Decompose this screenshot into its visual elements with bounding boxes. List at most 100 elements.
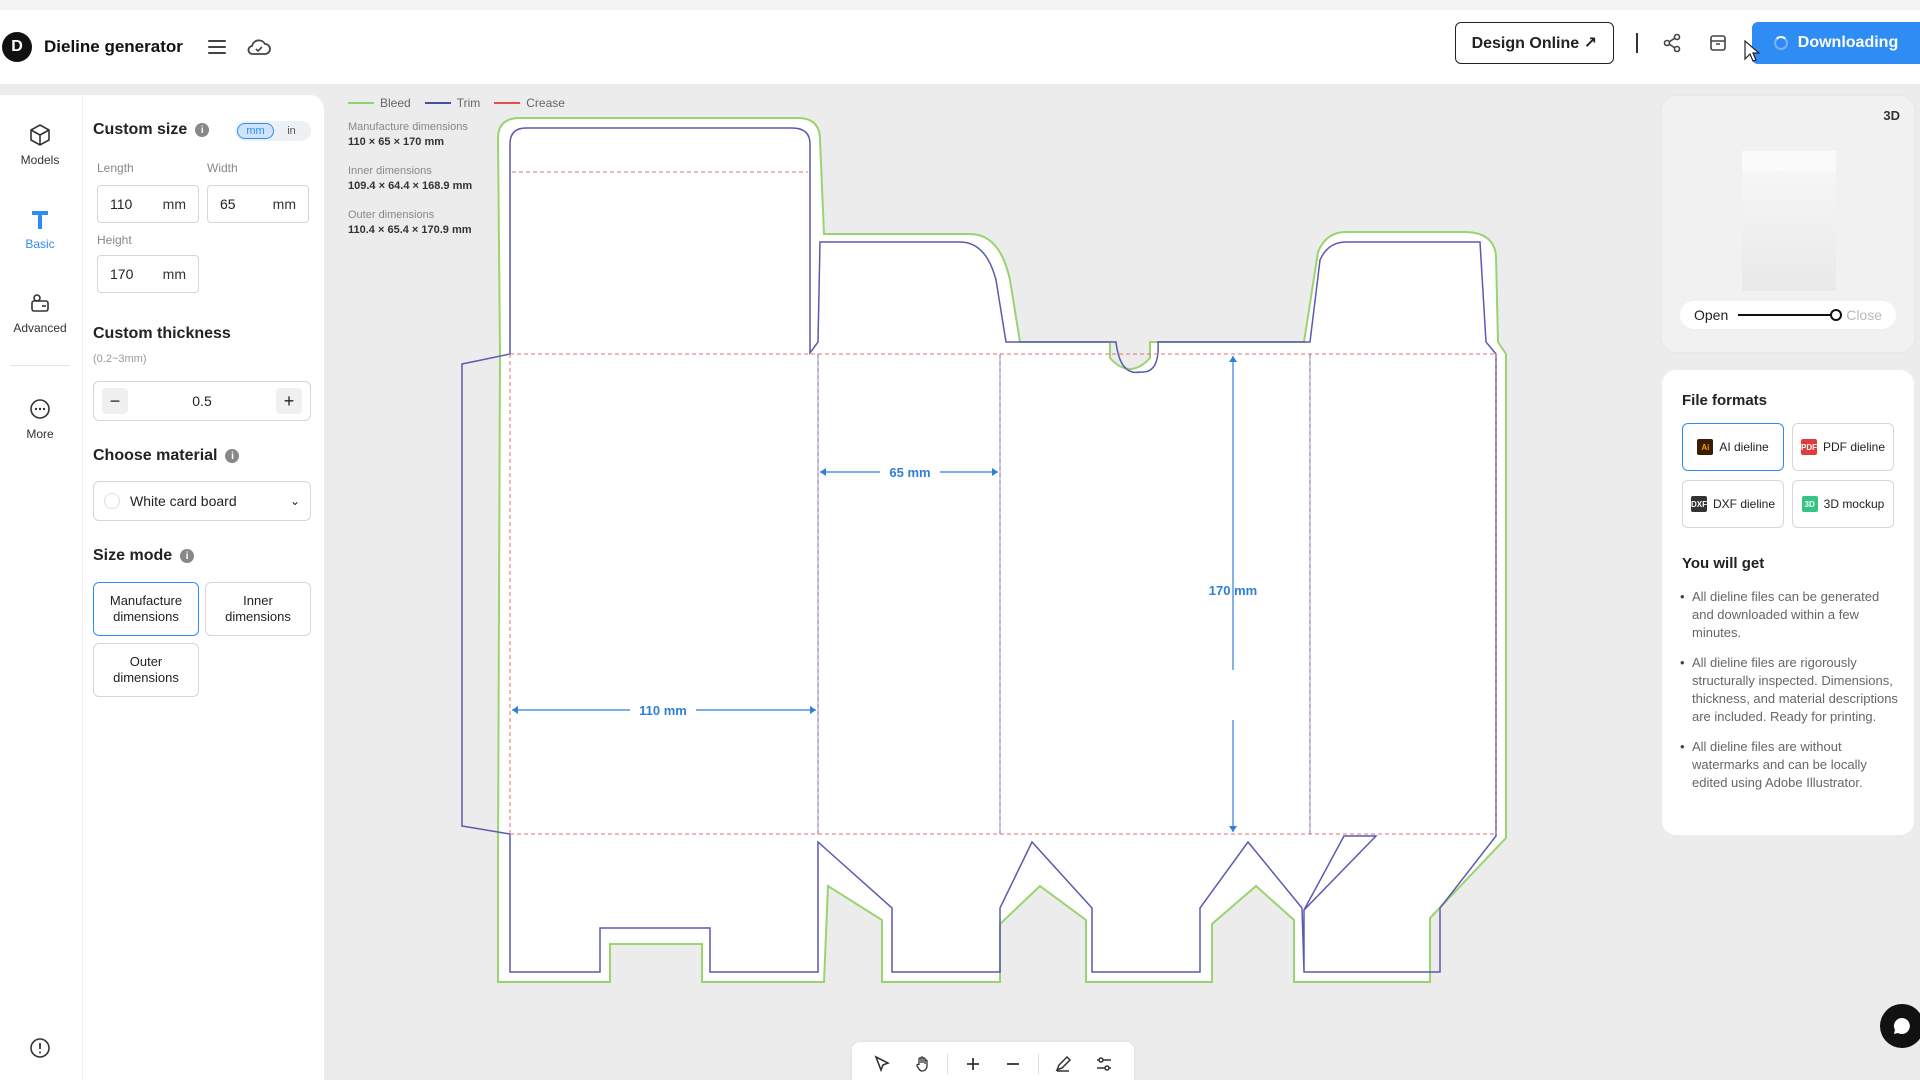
length-label: Length	[97, 161, 134, 175]
app-logo: D	[2, 32, 32, 62]
benefit-item: All dieline files can be generated and d…	[1680, 588, 1900, 642]
format-pdf-button[interactable]: PDF PDF dieline	[1792, 423, 1894, 471]
material-select[interactable]: White card board ⌄	[93, 481, 311, 521]
file-formats-panel: File formats Ai AI dieline PDF PDF dieli…	[1662, 370, 1914, 835]
app-title: Dieline generator	[44, 37, 183, 56]
dieline-canvas[interactable]: 65 mm 170 mm 110 mm	[440, 110, 1510, 1010]
benefit-item: All dieline files are without watermarks…	[1680, 738, 1900, 792]
thickness-value[interactable]: 0.5	[192, 393, 211, 409]
unit-toggle: mm in	[235, 121, 311, 141]
unit-in[interactable]: in	[274, 123, 309, 139]
mouse-cursor-icon	[1744, 40, 1760, 62]
close-label: Close	[1846, 307, 1882, 323]
custom-size-title: Custom size i	[93, 121, 210, 139]
download-label: Downloading	[1797, 34, 1899, 51]
width-field[interactable]: 65 mm	[207, 185, 309, 223]
dim-65-label: 65 mm	[889, 465, 930, 480]
format-ai-button[interactable]: Ai AI dieline	[1682, 423, 1784, 471]
cube-icon	[30, 124, 50, 146]
rail-item-advanced[interactable]: Advanced	[0, 291, 80, 335]
height-field[interactable]: 170 mm	[97, 255, 199, 293]
thickness-label: Custom thickness	[93, 325, 231, 342]
dim-110-label: 110 mm	[639, 703, 687, 718]
format-dxf-button[interactable]: DXF DXF dieline	[1682, 480, 1784, 528]
format-3d-label: 3D mockup	[1823, 497, 1885, 511]
hand-tool-icon[interactable]	[907, 1048, 939, 1080]
length-field[interactable]: 110 mm	[97, 185, 199, 223]
toolbar-divider	[947, 1054, 949, 1074]
box-model-top	[1742, 151, 1836, 173]
dim-170-label: 170 mm	[1209, 583, 1257, 598]
info-icon[interactable]: i	[180, 549, 195, 563]
left-rail: Models Basic Advanced More	[0, 95, 82, 1080]
top-bar: D Dieline generator Design Online ↗ Down…	[0, 0, 1920, 84]
chevron-down-icon: ⌄	[289, 494, 300, 508]
size-mode-label: Size mode	[93, 547, 173, 564]
loading-spinner-icon	[1773, 36, 1788, 50]
info-icon[interactable]: i	[195, 123, 210, 137]
decrement-button[interactable]: −	[102, 388, 128, 414]
brand: D Dieline generator	[2, 31, 275, 63]
format-3d-button[interactable]: 3D 3D mockup	[1792, 480, 1894, 528]
3d-badge[interactable]: 3D	[1883, 108, 1900, 123]
rail-divider	[10, 365, 70, 366]
format-pdf-label: PDF dieline	[1822, 440, 1886, 454]
height-value: 170	[110, 266, 134, 282]
header-divider	[1636, 33, 1638, 53]
more-icon	[30, 399, 50, 419]
cloud-icon[interactable]	[243, 31, 275, 63]
rail-item-models[interactable]: Models	[0, 123, 80, 167]
bleed-outline	[496, 117, 1507, 983]
share-icon[interactable]	[1656, 27, 1688, 59]
format-ai-label: AI dieline	[1719, 440, 1769, 454]
mode-outer-button[interactable]: Outer dimensions	[93, 643, 199, 697]
material-value: White card board	[130, 493, 237, 509]
zoom-out-icon[interactable]	[997, 1048, 1029, 1080]
mode-manufacture-button[interactable]: Manufacture dimensions	[93, 582, 199, 636]
chat-icon	[1893, 1017, 1910, 1034]
mode-inner-button[interactable]: Inner dimensions	[205, 582, 311, 636]
box-model	[1742, 171, 1836, 291]
unit-mm[interactable]: mm	[237, 123, 274, 139]
length-value: 110	[110, 196, 133, 212]
dxf-file-icon: DXF	[1690, 496, 1707, 512]
thickness-stepper: − 0.5 +	[93, 381, 311, 421]
size-mode-title: Size mode i	[93, 547, 195, 565]
design-online-button[interactable]: Design Online ↗	[1454, 22, 1614, 64]
sliders-icon[interactable]	[1088, 1048, 1120, 1080]
chat-button[interactable]	[1880, 1004, 1920, 1048]
settings-panel: Custom size i mm in Length Width 110 mm …	[82, 95, 324, 1080]
3d-preview[interactable]: 3D Open Close	[1662, 96, 1914, 352]
slider-track[interactable]	[1738, 309, 1843, 321]
text-icon	[32, 211, 48, 229]
open-close-slider[interactable]: Open Close	[1680, 301, 1896, 329]
material-swatch	[104, 493, 120, 509]
archive-icon[interactable]	[1702, 27, 1734, 59]
zoom-in-icon[interactable]	[957, 1048, 989, 1080]
you-will-get-title: You will get	[1682, 555, 1765, 572]
height-label: Height	[97, 233, 132, 247]
mockup-file-icon: 3D	[1801, 496, 1818, 512]
custom-size-label: Custom size	[93, 121, 188, 138]
height-unit: mm	[162, 266, 186, 282]
thickness-title: Custom thickness	[93, 325, 231, 343]
width-unit: mm	[272, 196, 296, 212]
pdf-file-icon: PDF	[1800, 439, 1817, 455]
width-label: Width	[207, 161, 238, 175]
info-icon[interactable]: i	[225, 449, 240, 463]
inner-dimensions-label: Inner dimensions	[348, 165, 432, 177]
info-button[interactable]	[0, 1037, 80, 1065]
rail-item-more[interactable]: More	[0, 397, 80, 441]
select-tool-icon[interactable]	[866, 1048, 898, 1080]
open-label: Open	[1694, 307, 1729, 323]
download-button[interactable]: Downloading	[1752, 22, 1920, 64]
slider-knob[interactable]	[1830, 309, 1843, 321]
menu-icon[interactable]	[201, 31, 233, 63]
legend-bleed: Bleed	[348, 96, 411, 110]
pen-icon[interactable]	[1047, 1048, 1079, 1080]
format-dxf-label: DXF dieline	[1712, 497, 1776, 511]
file-formats-title: File formats	[1682, 392, 1768, 409]
increment-button[interactable]: +	[276, 388, 302, 414]
rail-item-basic[interactable]: Basic	[0, 207, 80, 251]
canvas-legend: Bleed Trim Crease	[348, 96, 565, 110]
